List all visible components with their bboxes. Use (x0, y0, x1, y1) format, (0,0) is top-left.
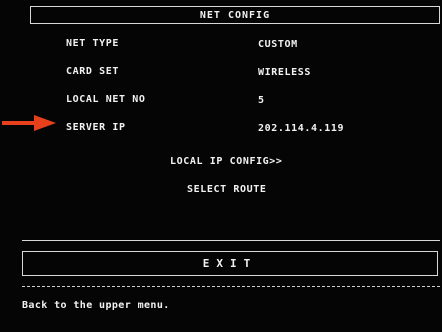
net-type-label: NET TYPE (66, 38, 119, 49)
card-set-label: CARD SET (66, 66, 119, 77)
card-set-value[interactable]: WIRELESS (258, 67, 311, 78)
exit-button-label: EXIT (202, 257, 258, 270)
server-ip-label: SERVER IP (66, 122, 126, 133)
page-title: NET CONFIG (30, 6, 440, 24)
local-net-no-value[interactable]: 5 (258, 95, 265, 106)
select-route-link[interactable]: SELECT ROUTE (187, 184, 266, 195)
local-ip-config-link[interactable]: LOCAL IP CONFIG>> (170, 156, 283, 167)
red-arrow-icon (2, 115, 56, 131)
page-title-text: NET CONFIG (199, 9, 271, 21)
exit-button[interactable]: EXIT (22, 251, 438, 276)
dashed-divider (22, 286, 440, 287)
local-net-no-label: LOCAL NET NO (66, 94, 146, 105)
net-type-value[interactable]: CUSTOM (258, 39, 298, 50)
upper-divider (22, 240, 440, 241)
help-text: Back to the upper menu. (22, 300, 170, 311)
server-ip-value[interactable]: 202.114.4.119 (258, 123, 344, 134)
